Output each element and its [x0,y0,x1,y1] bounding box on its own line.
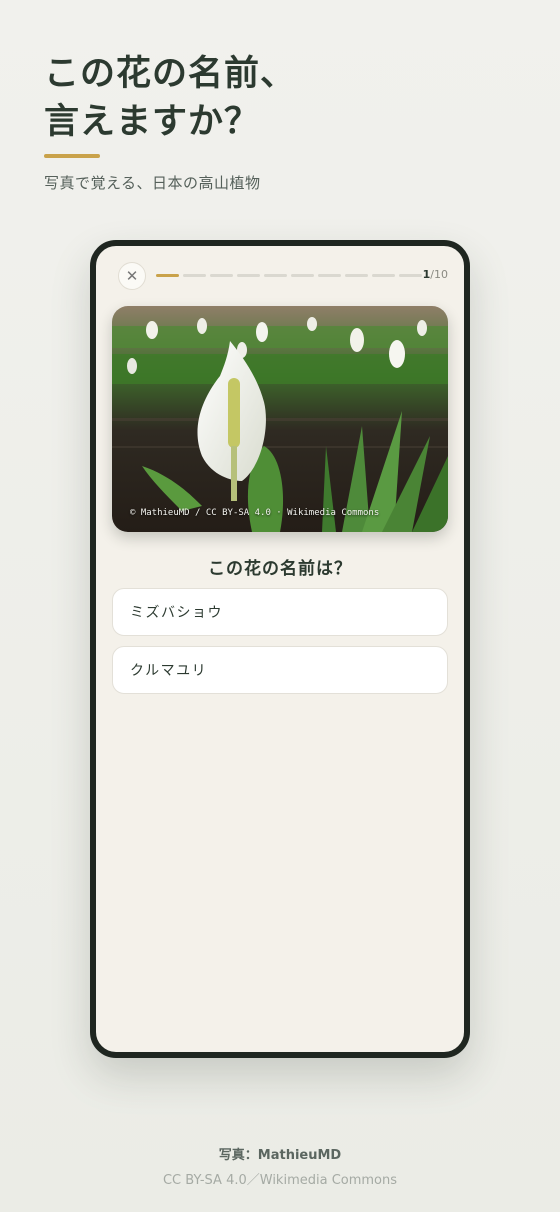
progress-segment [318,274,341,277]
headline-line-1: この花の名前、 [44,54,297,94]
headline-line-2: 言えますか？ [44,102,261,142]
progress-counter: 1/10 [423,268,448,281]
photo-credit: © MathieuMD / CC BY-SA 4.0 · Wikimedia C… [130,508,380,518]
progress-segment [183,274,206,277]
question-text: この花の名前は？ [208,559,352,579]
progress-segment [156,274,179,277]
progress-segment [291,274,314,277]
close-icon: ✕ [125,267,139,285]
progress-bar [156,274,422,277]
progress-segment [237,274,260,277]
progress-segment [399,274,422,277]
phone-frame: ✕ 1/10 © MathieuMD / CC BY-SA 4.0 · Wiki… [90,240,470,1058]
quiz-topbar: ✕ 1/10 [112,260,448,292]
headline: この花の名前、 言えますか？ [44,50,296,146]
answer-option[interactable]: ミズバショウ [112,588,448,636]
skunk-cabbage-image [112,306,448,532]
progress-total: /10 [430,268,448,281]
progress-segment [210,274,233,277]
close-button[interactable]: ✕ [118,262,146,290]
progress-segment [264,274,287,277]
accent-rule [44,154,100,158]
answer-option[interactable]: クルマユリ [112,646,448,694]
answer-options: ミズバショウ クルマユリ [112,588,448,704]
subtitle: 写真で覚える、日本の高山植物 [44,174,261,192]
flower-photo: © MathieuMD / CC BY-SA 4.0 · Wikimedia C… [112,306,448,532]
progress-segment [372,274,395,277]
footer-credit: 写真：MathieuMD [218,1148,342,1163]
footer: 写真：MathieuMD CC BY-SA 4.0／Wikimedia Comm… [0,1144,560,1188]
progress-segment [345,274,368,277]
footer-license: CC BY-SA 4.0／Wikimedia Commons [162,1173,398,1188]
